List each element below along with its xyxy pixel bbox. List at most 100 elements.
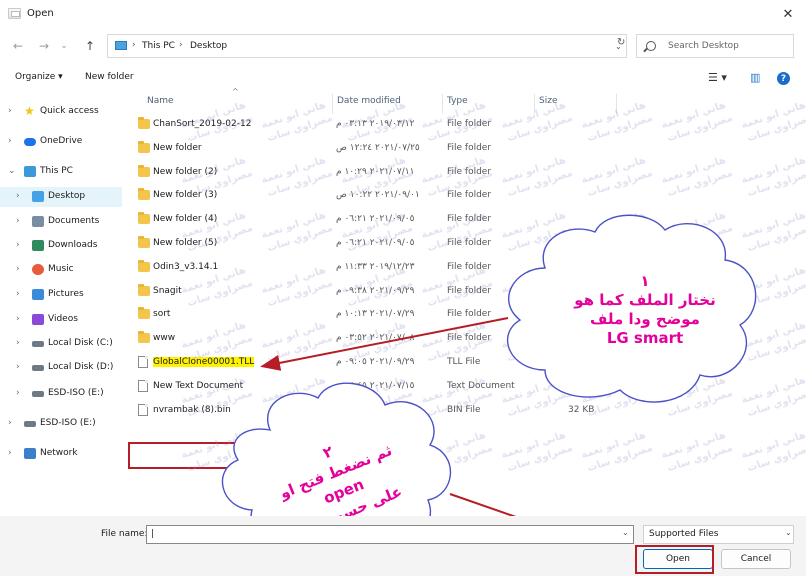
- cloud-icon: [24, 138, 36, 146]
- breadcrumb-this-pc[interactable]: This PC: [142, 41, 175, 51]
- preview-pane-icon[interactable]: ▥: [750, 71, 760, 84]
- organize-button[interactable]: Organize ▾: [15, 72, 63, 82]
- navigation-bar: ← → ⌄ ↑ › This PC › Desktop ⌄ ↻ Search D…: [0, 30, 806, 62]
- column-divider[interactable]: [332, 94, 333, 114]
- command-bar: Organize ▾ New folder ☰ ▾ ▥ ?: [0, 65, 806, 92]
- filter-dropdown-icon[interactable]: ⌄: [785, 528, 792, 537]
- column-header-type[interactable]: Type: [447, 96, 468, 106]
- column-header-date[interactable]: Date modified: [337, 96, 401, 106]
- folder-icon: [138, 259, 150, 272]
- help-icon[interactable]: ?: [777, 72, 790, 85]
- chevron-down-icon: ⌄: [60, 41, 68, 51]
- type-cell: File folder: [447, 238, 492, 248]
- sidebar-item[interactable]: › Downloads: [0, 236, 122, 256]
- type-cell: File folder: [447, 261, 492, 272]
- sidebar-item[interactable]: › Local Disk (C:): [0, 334, 122, 354]
- type-cell: Text Document: [447, 380, 515, 391]
- address-bar[interactable]: › This PC › Desktop ⌄: [107, 34, 627, 58]
- chevron-right-icon[interactable]: ›: [16, 338, 20, 348]
- breadcrumb-desktop[interactable]: Desktop: [190, 41, 227, 51]
- chevron-right-icon[interactable]: ›: [16, 216, 20, 226]
- sidebar-item-label: ESD-ISO (E:): [48, 388, 104, 398]
- table-row[interactable]: ChanSort_2019-02-12 ٢٠١٩/٠٣/١٢ ٠٣:١٣ م Fil…: [128, 114, 806, 136]
- network-icon: [24, 448, 36, 459]
- cancel-button[interactable]: Cancel: [721, 549, 791, 569]
- back-button[interactable]: ←: [9, 36, 27, 56]
- sidebar-item[interactable]: › OneDrive: [0, 132, 122, 152]
- date-modified-cell: ٢٠٢١/٠٧/١١ ١٠:٢٩ م: [336, 166, 415, 177]
- column-divider[interactable]: [442, 94, 443, 114]
- table-row[interactable]: New folder (5) ٢٠٢١/٠٩/٠٥ ٠٦:٢١ م File fol…: [128, 233, 806, 255]
- drive-icon: [24, 421, 36, 427]
- refresh-icon[interactable]: ↻: [617, 37, 625, 48]
- search-box[interactable]: Search Desktop: [636, 34, 794, 58]
- file-name-label: File name:: [101, 529, 148, 539]
- chevron-right-icon[interactable]: ›: [16, 240, 20, 250]
- arrow-up-icon: ↑: [84, 39, 96, 53]
- drive-icon: [32, 341, 44, 347]
- folder-icon: [138, 236, 150, 248]
- annotation-highlight-box: [128, 442, 258, 469]
- chevron-right-icon[interactable]: ›: [16, 362, 20, 372]
- table-row[interactable]: New folder (4) ٢٠٢١/٠٩/٠٥ ٠٦:٢١ م File fol…: [128, 209, 806, 231]
- type-cell: BIN File: [447, 404, 481, 415]
- file-name-cell: New folder (4): [153, 214, 218, 225]
- documents-icon: [32, 216, 44, 227]
- chevron-right-icon[interactable]: ›: [8, 106, 12, 116]
- column-header-name[interactable]: Name: [147, 96, 174, 106]
- date-modified-cell: ٢٠٢١/٠٧/٢٩ ١٠:١٣ م: [336, 309, 415, 320]
- chevron-down-icon[interactable]: ⌄: [8, 166, 16, 176]
- table-row[interactable]: New folder (3) ٢٠٢١/٠٩/٠١ ١٠:٢٢ ص File fol…: [128, 185, 806, 207]
- column-divider[interactable]: [534, 94, 535, 114]
- table-row[interactable]: New folder ٢٠٢١/٠٧/٢٥ ١٢:٢٤ ص File folder: [128, 138, 806, 160]
- chevron-right-icon[interactable]: ›: [16, 314, 20, 324]
- annotation-highlight-box: [635, 545, 714, 574]
- chevron-right-icon[interactable]: ›: [8, 136, 12, 146]
- file-type-filter[interactable]: Supported Files: [643, 525, 794, 544]
- up-button[interactable]: ↑: [81, 36, 99, 56]
- chevron-right-icon[interactable]: ›: [16, 191, 20, 201]
- table-row[interactable]: GlobalClone00001.TLL ٢٠٢١/٠٩/٢٩ ٠٩:٠٥ م TL…: [128, 352, 806, 374]
- sidebar-item[interactable]: › Local Disk (D:): [0, 358, 122, 378]
- sidebar-item[interactable]: › ★ Quick access: [0, 102, 122, 122]
- chevron-right-icon[interactable]: ›: [16, 388, 20, 398]
- new-folder-button[interactable]: New folder: [85, 72, 134, 82]
- view-options-icon[interactable]: ☰ ▾: [708, 71, 727, 84]
- table-row[interactable]: New folder (2) ٢٠٢١/٠٧/١١ ١٠:٢٩ م File fol…: [128, 162, 806, 184]
- date-modified-cell: ٢٠١٩/٠٣/١٢ ٠٣:١٣ م: [336, 119, 415, 129]
- sidebar-item[interactable]: › ESD-ISO (E:): [0, 414, 122, 434]
- chevron-right-icon[interactable]: ›: [8, 448, 12, 458]
- date-modified-cell: ٢٠٢١/٠٩/٠١ ١٠:٢٢ ص: [336, 190, 420, 201]
- column-divider[interactable]: [616, 94, 617, 114]
- file-icon: [138, 403, 148, 416]
- date-modified-cell: ٢٠٢١/٠٩/٢٩ ٠٩:٠٥ م: [336, 357, 415, 367]
- date-modified-cell: ٢٠١٩/١٢/٢٣ ١١:٣٣ م: [336, 261, 415, 272]
- chevron-right-icon[interactable]: ›: [16, 289, 20, 299]
- sidebar-item[interactable]: › Videos: [0, 310, 122, 330]
- file-icon: [138, 379, 148, 392]
- date-modified-cell: ٢٠٢١/٠٩/٠٥ ٠٦:٢١ م: [336, 214, 415, 225]
- pc-icon: [24, 166, 36, 177]
- chevron-right-icon[interactable]: ›: [8, 418, 12, 428]
- chevron-right-icon[interactable]: ›: [16, 264, 20, 274]
- close-button[interactable]: ✕: [776, 4, 800, 24]
- sidebar-item[interactable]: › ESD-ISO (E:): [0, 384, 122, 404]
- recent-locations-button[interactable]: ⌄: [58, 36, 70, 56]
- sidebar-item[interactable]: › Desktop: [0, 187, 122, 207]
- sidebar-item[interactable]: ⌄ This PC: [0, 162, 122, 182]
- column-header-size[interactable]: Size: [539, 96, 557, 106]
- close-icon: ✕: [782, 6, 794, 22]
- sidebar-item-label: Downloads: [48, 240, 98, 250]
- file-name-input[interactable]: |: [146, 525, 634, 544]
- sort-ascending-icon: ^: [232, 87, 239, 96]
- file-name-cell: New folder (5): [153, 238, 218, 248]
- file-name-dropdown-icon[interactable]: ⌄: [622, 528, 629, 537]
- forward-button[interactable]: →: [35, 36, 53, 56]
- table-row[interactable]: New Text Document ٢٠٢١/٠٧/١٥ ٠٤:٤٥ م Text …: [128, 376, 806, 398]
- sidebar-item[interactable]: › Network: [0, 444, 122, 464]
- annotation-cloud-1-text: ١ نختار الملف كما هو موضح ودا ملف LG sma…: [555, 272, 735, 348]
- sidebar-item[interactable]: › Pictures: [0, 285, 122, 305]
- table-row[interactable]: nvrambak (8).bin ٢٠٢١/٠٩/٢٩ ٠٩:٣٩ م BIN Fi…: [128, 400, 806, 422]
- sidebar-item[interactable]: › Documents: [0, 212, 122, 232]
- sidebar-item[interactable]: › Music: [0, 260, 122, 280]
